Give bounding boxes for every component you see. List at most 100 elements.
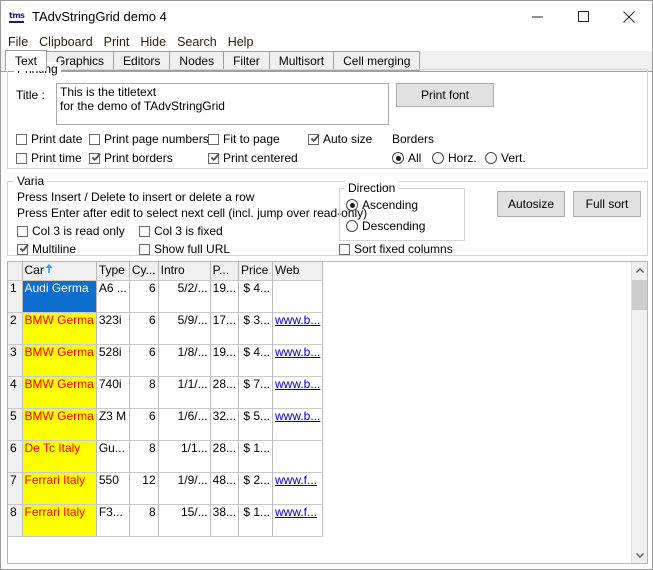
grid-cell-web[interactable]: www.b... <box>272 344 324 377</box>
autosize-button[interactable]: Autosize <box>497 191 565 217</box>
checkbox-print-borders[interactable]: Print borders <box>89 151 173 165</box>
grid-row[interactable]: 2 BMW Germa 323i 6 5/9/... 17... $ 3... www.b..… <box>8 312 324 345</box>
grid-cell-type[interactable]: Gu... <box>96 440 130 473</box>
grid-cell-cyl[interactable]: 8 <box>129 440 159 473</box>
grid-cell-intro[interactable]: 5/2/... <box>158 280 211 313</box>
grid-cell-power[interactable]: 19... <box>210 280 240 313</box>
grid-cell-power[interactable]: 28... <box>210 376 240 409</box>
radio-borders-all[interactable]: All <box>392 151 421 165</box>
tab-filter[interactable]: Filter <box>223 51 270 71</box>
grid-cell-power[interactable]: 28... <box>210 440 240 473</box>
grid-cell-car[interactable]: BMW Germa <box>22 376 97 409</box>
checkbox-fit-to-page[interactable]: Fit to page <box>208 132 280 146</box>
minimize-icon[interactable] <box>514 1 560 32</box>
menu-item-clipboard[interactable]: Clipboard <box>39 35 93 49</box>
checkbox-col3-is-fixed[interactable]: Col 3 is fixed <box>139 224 223 238</box>
grid-cell-cyl[interactable]: 12 <box>129 472 159 505</box>
scroll-down-icon[interactable] <box>632 546 647 563</box>
grid-row[interactable]: 8 Ferrari Italy F3... 8 15/... 38... $ 1... www… <box>8 504 324 537</box>
grid-cell-cyl[interactable]: 6 <box>129 312 159 345</box>
grid-row[interactable]: 4 BMW Germa 740i 8 1/1/... 28... $ 7... www.b..… <box>8 376 324 409</box>
grid-cell-car[interactable]: Audi Germa <box>22 280 97 313</box>
menu-item-help[interactable]: Help <box>228 35 254 49</box>
grid-header-cyl[interactable]: Cy... <box>129 262 159 281</box>
checkbox-auto-size[interactable]: Auto size <box>308 132 372 146</box>
grid-cell-intro[interactable]: 15/... <box>158 504 211 537</box>
checkbox-print-centered[interactable]: Print centered <box>208 151 298 165</box>
web-link[interactable]: www.b... <box>275 345 320 359</box>
tab-multisort[interactable]: Multisort <box>268 51 335 71</box>
grid-cell-power[interactable]: 38... <box>210 504 240 537</box>
grid-cell-cyl[interactable]: 8 <box>129 504 159 537</box>
grid-cell-type[interactable]: 528i <box>96 344 130 377</box>
print-font-button[interactable]: Print font <box>396 83 494 107</box>
grid-cell-cyl[interactable]: 6 <box>129 280 159 313</box>
grid-cell-type[interactable]: F3... <box>96 504 130 537</box>
grid-cell-car[interactable]: BMW Germa <box>22 344 97 377</box>
web-link[interactable]: www.b... <box>275 409 320 423</box>
grid-cell-power[interactable]: 17... <box>210 312 240 345</box>
grid-cell-power[interactable]: 48... <box>210 472 240 505</box>
menu-item-print[interactable]: Print <box>104 35 130 49</box>
grid-cell-car[interactable]: Ferrari Italy <box>22 472 97 505</box>
menu-item-hide[interactable]: Hide <box>140 35 166 49</box>
grid-cell-web[interactable] <box>272 440 324 473</box>
maximize-icon[interactable] <box>560 1 606 32</box>
grid-cell-cyl[interactable]: 8 <box>129 376 159 409</box>
checkbox-multiline[interactable]: Multiline <box>17 242 76 256</box>
tab-editors[interactable]: Editors <box>113 51 171 71</box>
menu-item-file[interactable]: File <box>8 35 28 49</box>
checkbox-print-page-numbers[interactable]: Print page numbers <box>89 132 209 146</box>
grid-cell-power[interactable]: 19... <box>210 344 240 377</box>
radio-borders-vert[interactable]: Vert. <box>485 151 526 165</box>
grid-header-price[interactable]: Price <box>238 262 273 281</box>
grid-cell-type[interactable]: 740i <box>96 376 130 409</box>
grid-cell-price[interactable]: $ 4... <box>238 280 273 313</box>
web-link[interactable]: www.b... <box>275 377 320 391</box>
grid-row[interactable]: 7 Ferrari Italy 550 12 1/9/... 48... $ 2... www… <box>8 472 324 505</box>
web-link[interactable]: www.f... <box>275 505 317 519</box>
grid-header-web[interactable]: Web <box>272 262 324 281</box>
checkbox-col3-read-only[interactable]: Col 3 is read only <box>17 224 125 238</box>
grid-header-intro[interactable]: Intro <box>158 262 211 281</box>
grid-cell-web[interactable]: www.f... <box>272 472 324 505</box>
grid-cell-intro[interactable]: 1/1/... <box>158 376 211 409</box>
checkbox-show-full-url[interactable]: Show full URL <box>139 242 230 256</box>
scrollbar-thumb[interactable] <box>632 280 647 310</box>
grid-row[interactable]: 3 BMW Germa 528i 6 1/8/... 19... $ 4... www.b..… <box>8 344 324 377</box>
web-link[interactable]: www.f... <box>275 473 317 487</box>
grid-cell-price[interactable]: $ 3... <box>238 312 273 345</box>
grid-header-car[interactable]: Car <box>22 262 97 281</box>
vertical-scrollbar[interactable] <box>631 262 647 563</box>
grid-cell-type[interactable]: A6 ... <box>96 280 130 313</box>
web-link[interactable]: www.b... <box>275 313 320 327</box>
grid-cell-intro[interactable]: 1/9/... <box>158 472 211 505</box>
tab-text[interactable]: Text <box>5 50 48 71</box>
grid-cell-web[interactable]: www.f... <box>272 504 324 537</box>
grid-cell-type[interactable]: 550 <box>96 472 130 505</box>
grid-cell-web[interactable]: www.b... <box>272 312 324 345</box>
grid-cell-web[interactable]: www.b... <box>272 376 324 409</box>
grid-cell-intro[interactable]: 1/6/... <box>158 408 211 441</box>
tab-nodes[interactable]: Nodes <box>169 51 225 71</box>
radio-descending[interactable]: Descending <box>346 219 425 233</box>
grid-cell-cyl[interactable]: 6 <box>129 408 159 441</box>
grid-cell-intro[interactable]: 1/8/... <box>158 344 211 377</box>
full-sort-button[interactable]: Full sort <box>573 191 641 217</box>
checkbox-sort-fixed-columns[interactable]: Sort fixed columns <box>339 242 453 256</box>
grid-cell-intro[interactable]: 5/9/... <box>158 312 211 345</box>
grid-cell-car[interactable]: BMW Germa <box>22 408 97 441</box>
grid-cell-intro[interactable]: 1/1... <box>158 440 211 473</box>
grid-cell-cyl[interactable]: 6 <box>129 344 159 377</box>
string-grid[interactable]: Car Type Cy... Intro P... Price Web 1 Audi Germ… <box>7 261 648 564</box>
grid-cell-type[interactable]: 323i <box>96 312 130 345</box>
grid-cell-price[interactable]: $ 5... <box>238 408 273 441</box>
scroll-up-icon[interactable] <box>632 262 647 279</box>
grid-cell-price[interactable]: $ 2... <box>238 472 273 505</box>
grid-cell-car[interactable]: De Tc Italy <box>22 440 97 473</box>
radio-borders-horz[interactable]: Horz. <box>432 151 477 165</box>
grid-cell-power[interactable]: 32... <box>210 408 240 441</box>
grid-cell-price[interactable]: $ 1... <box>238 504 273 537</box>
grid-cell-web[interactable]: www.b... <box>272 408 324 441</box>
grid-cell-web[interactable] <box>272 280 324 313</box>
